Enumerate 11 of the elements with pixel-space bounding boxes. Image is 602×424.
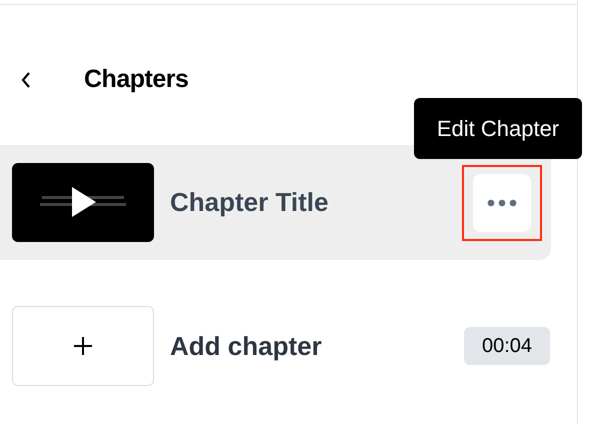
page-title: Chapters: [84, 64, 188, 96]
play-icon[interactable]: [72, 187, 96, 217]
tooltip: Edit Chapter: [414, 98, 582, 159]
chapter-row[interactable]: Chapter Title: [0, 145, 551, 260]
more-icon: [487, 198, 517, 206]
back-icon[interactable]: [20, 71, 32, 89]
more-button[interactable]: [473, 174, 531, 232]
add-chapter-label[interactable]: Add chapter: [170, 326, 322, 366]
duration-badge: 00:04: [464, 327, 550, 365]
plus-icon: [73, 336, 93, 356]
chapter-title: Chapter Title: [170, 186, 328, 219]
